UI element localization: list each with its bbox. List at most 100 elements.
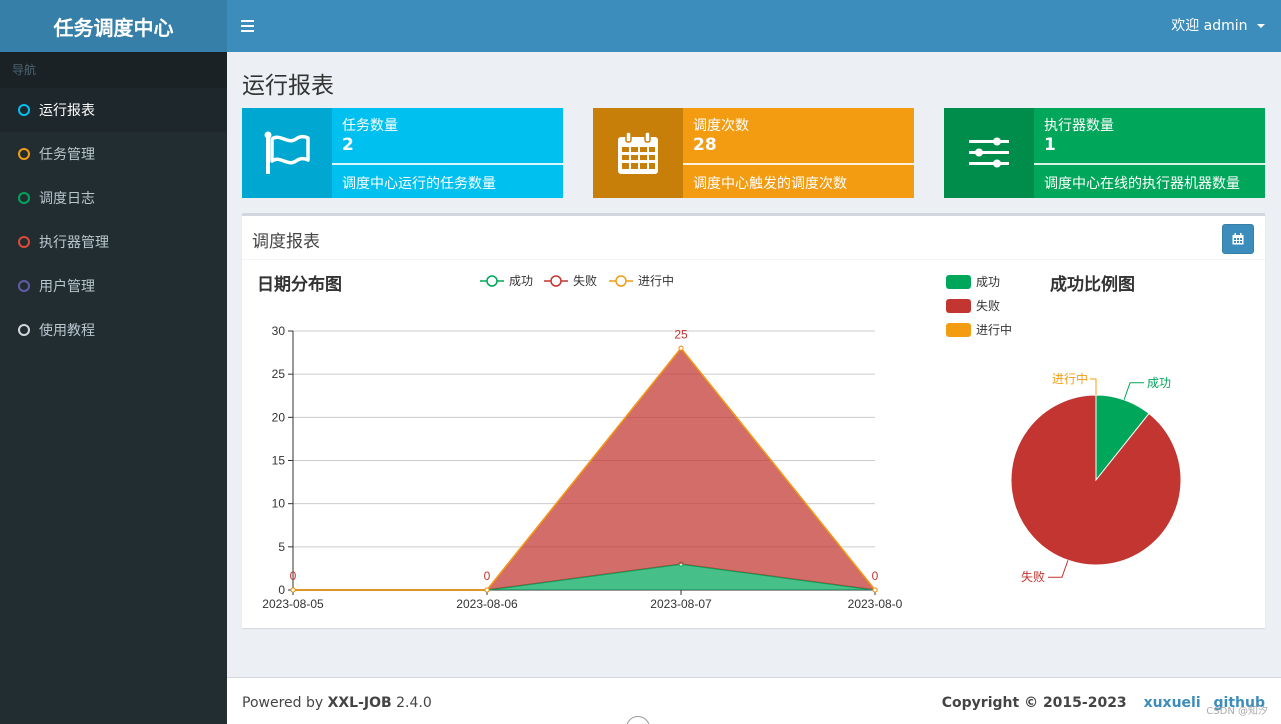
top-navbar: 欢迎 admin: [227, 0, 1281, 52]
pie-label: 失败: [1021, 569, 1045, 584]
sidebar-item-report[interactable]: 运行报表: [0, 88, 227, 132]
info-card-title: 执行器数量: [1044, 118, 1114, 134]
y-tick-label: 15: [272, 454, 286, 468]
footer-powered: Powered by XXL-JOB 2.4.0: [242, 695, 432, 711]
info-card-desc: 调度中心触发的调度次数: [693, 176, 847, 192]
y-tick-label: 10: [272, 497, 286, 511]
circle-icon: [18, 324, 30, 336]
y-tick-label: 30: [272, 324, 286, 338]
point-进行中: [290, 587, 296, 593]
pie-label: 成功: [1147, 376, 1171, 390]
y-tick-label: 25: [272, 367, 286, 381]
sidebar-item-help[interactable]: 使用教程: [0, 308, 227, 352]
info-card-title: 调度次数: [693, 118, 749, 134]
app-logo[interactable]: 任务调度中心: [0, 0, 227, 52]
chart-title: 成功比例图: [1050, 274, 1135, 294]
info-card-body: 调度次数 28 调度中心触发的调度次数: [683, 108, 914, 198]
charts-canvas: 日期分布图 成功 失败 进行中0510152025302023-08-05 2023-0…: [257, 273, 1182, 611]
info-card-body: 任务数量 2 调度中心运行的任务数量: [332, 108, 563, 198]
circle-icon: [18, 148, 30, 160]
x-tick-label: 2023-08-07: [650, 597, 712, 611]
nav-header: 导航: [0, 52, 227, 88]
legend-label: 失败: [976, 298, 1000, 313]
report-title: 调度报表: [252, 232, 320, 252]
sidebar-item-users[interactable]: 用户管理: [0, 264, 227, 308]
sidebar: 任务调度中心 导航 运行报表 任务管理 调度日志 执行器管理 用户管理 使用教程: [0, 0, 227, 724]
user-welcome: 欢迎 admin: [1171, 18, 1248, 34]
sliders-icon: [944, 108, 1034, 198]
data-label: 0: [484, 569, 491, 583]
info-card-desc: 调度中心运行的任务数量: [342, 176, 496, 192]
divider: [683, 163, 914, 165]
pie-leader: [1123, 382, 1145, 400]
info-card-desc: 调度中心在线的执行器机器数量: [1044, 176, 1240, 192]
legend-label: 进行中: [638, 273, 674, 288]
footer: Powered by XXL-JOB 2.4.0 Copyright © 201…: [227, 677, 1281, 724]
info-card-jobs: 任务数量 2 调度中心运行的任务数量: [242, 108, 563, 198]
info-card-triggers: 调度次数 28 调度中心触发的调度次数: [593, 108, 914, 198]
info-card-number: 1: [1044, 135, 1056, 155]
point-进行中: [484, 587, 490, 593]
version: 2.4.0: [391, 695, 432, 711]
legend-marker: [615, 275, 627, 287]
legend-swatch: [946, 275, 971, 289]
chart-title: 日期分布图: [257, 274, 342, 294]
divider: [1034, 163, 1265, 165]
info-card-body: 执行器数量 1 调度中心在线的执行器机器数量: [1034, 108, 1265, 198]
calendar-icon: [1232, 233, 1244, 245]
legend-marker: [550, 275, 562, 287]
info-card-title: 任务数量: [342, 118, 398, 134]
legend-label: 失败: [573, 273, 597, 288]
copyright-text: Copyright © 2015-2023: [941, 695, 1127, 711]
sidebar-item-label: 使用教程: [39, 323, 95, 339]
sidebar-item-jobs[interactable]: 任务管理: [0, 132, 227, 176]
point-进行中: [872, 587, 878, 593]
data-label: 0: [872, 569, 879, 583]
legend-label: 成功: [509, 274, 533, 288]
flag-icon: [242, 108, 332, 198]
pie-leader: [1047, 560, 1069, 578]
page-title: 运行报表: [242, 73, 334, 99]
sidebar-item-label: 调度日志: [39, 191, 95, 207]
divider: [332, 163, 563, 165]
x-tick-label: 2023-08-06: [456, 597, 518, 611]
legend-swatch: [946, 323, 971, 337]
y-tick-label: 20: [272, 410, 286, 424]
sidebar-item-label: 任务管理: [39, 147, 95, 163]
pie-leader: [1090, 378, 1097, 395]
user-menu[interactable]: 欢迎 admin: [1171, 0, 1265, 52]
legend-label: 进行中: [976, 322, 1012, 337]
link-xuxueli[interactable]: xuxueli: [1144, 695, 1201, 711]
divider: [242, 259, 1265, 260]
info-card-number: 2: [342, 135, 354, 155]
circle-icon: [18, 236, 30, 248]
data-label: 25: [674, 327, 688, 341]
circle-icon: [18, 104, 30, 116]
date-range-button[interactable]: [1222, 224, 1254, 254]
hamburger-icon[interactable]: [241, 17, 255, 35]
circle-icon: [18, 192, 30, 204]
x-tick-label: 2023-08-05: [262, 597, 324, 611]
legend-label: 成功: [976, 275, 1000, 289]
sidebar-item-label: 用户管理: [39, 279, 95, 295]
info-card-number: 28: [693, 135, 717, 155]
pie-slice-失败: [1010, 394, 1182, 566]
sidebar-item-executors[interactable]: 执行器管理: [0, 220, 227, 264]
circle-icon: [18, 280, 30, 292]
x-tick-label: 2023-08-0: [848, 597, 903, 611]
calendar-icon: [593, 108, 683, 198]
scroll-top-button[interactable]: [626, 716, 650, 724]
sidebar-item-label: 运行报表: [39, 103, 95, 119]
sidebar-item-label: 执行器管理: [39, 235, 109, 251]
sidebar-item-logs[interactable]: 调度日志: [0, 176, 227, 220]
point-进行中: [678, 345, 684, 351]
legend-swatch: [946, 299, 971, 313]
powered-prefix: Powered by: [242, 695, 328, 711]
info-card-executors: 执行器数量 1 调度中心在线的执行器机器数量: [944, 108, 1265, 198]
powered-brand: XXL-JOB: [327, 695, 392, 711]
pie-label: 进行中: [1052, 371, 1088, 386]
report-box: 调度报表 日期分布图 成功 失败 进行中 0 5 10 15 20 25 30 2023-08-05 2…: [242, 213, 1265, 628]
legend-marker: [486, 275, 498, 287]
y-tick-label: 5: [278, 540, 285, 554]
y-tick-label: 0: [278, 583, 285, 597]
